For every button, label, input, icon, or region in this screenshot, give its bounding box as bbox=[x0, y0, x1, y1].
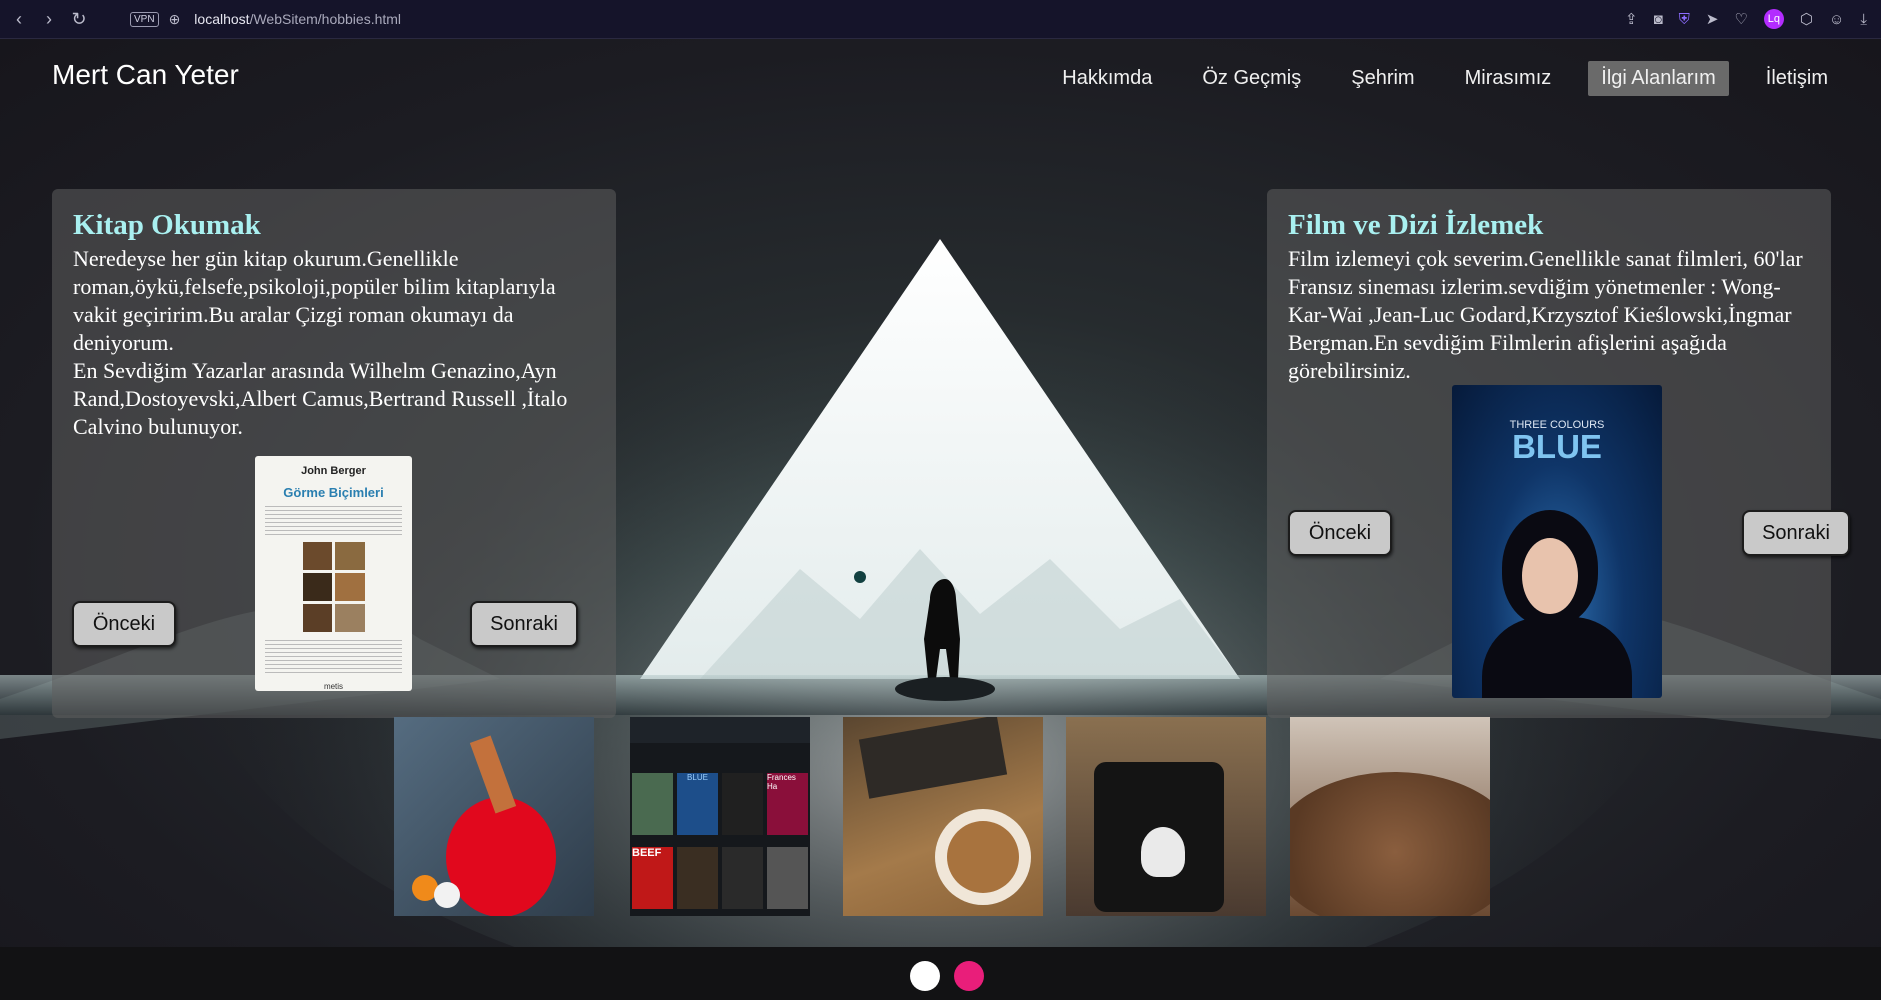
films-next-button[interactable]: Sonraki bbox=[1742, 510, 1850, 556]
book-cover-text-2 bbox=[265, 640, 402, 676]
app-poster-3 bbox=[722, 773, 763, 835]
grounds bbox=[1290, 772, 1490, 916]
books-prev-button[interactable]: Önceki bbox=[72, 601, 176, 647]
painting-2 bbox=[335, 542, 365, 570]
app-poster-1 bbox=[632, 773, 673, 835]
app-poster-4: Frances Ha bbox=[767, 773, 808, 835]
url-path: /WebSitem/hobbies.html bbox=[249, 11, 402, 27]
painting-3 bbox=[302, 573, 332, 601]
film-poster-title: BLUE bbox=[1512, 428, 1602, 465]
app-poster-6 bbox=[677, 847, 718, 909]
page: Mert Can Yeter Hakkımda Öz Geçmiş Şehrim… bbox=[0, 39, 1881, 1000]
globe-icon: ⊕ bbox=[168, 10, 181, 27]
app-poster-7 bbox=[722, 847, 763, 909]
forward-icon[interactable]: › bbox=[38, 8, 60, 30]
gallery-thumb-table-tennis[interactable] bbox=[394, 717, 594, 916]
camera-icon[interactable]: ◙ bbox=[1654, 11, 1663, 28]
painting-5 bbox=[302, 604, 332, 632]
book-cover-text bbox=[265, 506, 402, 536]
film-poster-face bbox=[1502, 510, 1598, 626]
films-card-title: Film ve Dizi İzlemek bbox=[1288, 209, 1544, 241]
nav-link-mirasimiz[interactable]: Mirasımız bbox=[1452, 61, 1565, 96]
reload-icon[interactable]: ↻ bbox=[68, 8, 90, 30]
nav-link-sehrim[interactable]: Şehrim bbox=[1338, 61, 1427, 96]
url-host: localhost bbox=[194, 11, 250, 27]
address-bar[interactable]: localhost/WebSitem/hobbies.html bbox=[194, 11, 401, 27]
book-stack bbox=[858, 717, 1008, 799]
app-poster-2: BLUE bbox=[677, 773, 718, 835]
gallery-thumb-film-app[interactable]: BLUE Frances Ha BEEF bbox=[630, 717, 810, 916]
download-icon[interactable]: ⤓ bbox=[1860, 11, 1867, 28]
user-icon[interactable]: ☺ bbox=[1829, 11, 1844, 28]
nav-link-oz-gecmis[interactable]: Öz Geçmiş bbox=[1189, 61, 1314, 96]
skull bbox=[1141, 827, 1185, 877]
paddle-red bbox=[446, 797, 556, 916]
back-icon[interactable]: ‹ bbox=[8, 8, 30, 30]
nav-link-hakkimda[interactable]: Hakkımda bbox=[1049, 61, 1165, 96]
box-icon[interactable]: ⬡ bbox=[1800, 10, 1813, 28]
films-card: Film ve Dizi İzlemek Film izlemeyi çok s… bbox=[1267, 189, 1850, 718]
send-icon[interactable]: ➤ bbox=[1706, 10, 1719, 28]
footer bbox=[0, 947, 1881, 1000]
film-poster: THREE COLOURS BLUE bbox=[1452, 385, 1662, 698]
browser-tools: ⇪ ◙ ⛨ ➤ ♡ Lq ⬡ ☺ ⤓ bbox=[1625, 0, 1867, 38]
book-publisher: metis bbox=[323, 682, 344, 691]
site-logo[interactable]: Mert Can Yeter bbox=[52, 59, 239, 91]
films-prev-button[interactable]: Önceki bbox=[1288, 510, 1392, 556]
app-poster-5: BEEF bbox=[632, 847, 673, 909]
browser-toolbar: ‹ › ↻ VPN ⊕ localhost/WebSitem/hobbies.h… bbox=[0, 0, 1881, 39]
gallery-thumb-skull-mug[interactable] bbox=[1066, 717, 1266, 916]
books-next-button[interactable]: Sonraki bbox=[470, 601, 578, 647]
share-icon[interactable]: ⇪ bbox=[1625, 10, 1638, 28]
carousel-dot-2[interactable] bbox=[954, 961, 984, 991]
heart-icon[interactable]: ♡ bbox=[1734, 10, 1747, 28]
book-author: John Berger bbox=[301, 465, 366, 477]
app-poster-8 bbox=[767, 847, 808, 909]
profile-avatar[interactable]: Lq bbox=[1763, 9, 1784, 29]
carousel-dot-1[interactable] bbox=[910, 961, 940, 991]
film-poster-shoulders bbox=[1482, 617, 1632, 698]
main-nav: Hakkımda Öz Geçmiş Şehrim Mirasımız İlgi… bbox=[1049, 61, 1841, 96]
book-cover-paintings bbox=[302, 542, 365, 632]
ball-white bbox=[434, 882, 460, 908]
vpn-badge[interactable]: VPN bbox=[130, 11, 159, 27]
books-card-text: Neredeyse her gün kitap okurum.Genellikl… bbox=[73, 246, 568, 439]
app-header bbox=[630, 717, 810, 743]
shield-icon[interactable]: ⛨ bbox=[1679, 11, 1690, 28]
painting-6 bbox=[335, 604, 365, 632]
nav-link-ilgi-alanlarim[interactable]: İlgi Alanlarım bbox=[1588, 61, 1729, 96]
painting-4 bbox=[335, 573, 365, 601]
gallery-thumb-coffee-grounds[interactable] bbox=[1290, 717, 1490, 916]
film-poster-face-skin bbox=[1522, 538, 1578, 614]
painting-1 bbox=[302, 542, 332, 570]
films-card-text: Film izlemeyi çok severim.Genellikle san… bbox=[1288, 246, 1803, 383]
app-grid: BLUE Frances Ha BEEF bbox=[630, 743, 810, 909]
book-cover: John Berger Görme Biçimleri metis bbox=[255, 456, 412, 691]
nav-link-iletisim[interactable]: İletişim bbox=[1753, 61, 1841, 96]
books-card: Kitap Okumak Neredeyse her gün kitap oku… bbox=[52, 189, 616, 718]
book-title: Görme Biçimleri bbox=[283, 485, 384, 500]
rock bbox=[895, 677, 995, 701]
latte-art bbox=[947, 821, 1019, 893]
books-card-title: Kitap Okumak bbox=[73, 209, 261, 241]
gallery-thumb-coffee-books[interactable] bbox=[843, 717, 1043, 916]
orb bbox=[854, 571, 866, 583]
